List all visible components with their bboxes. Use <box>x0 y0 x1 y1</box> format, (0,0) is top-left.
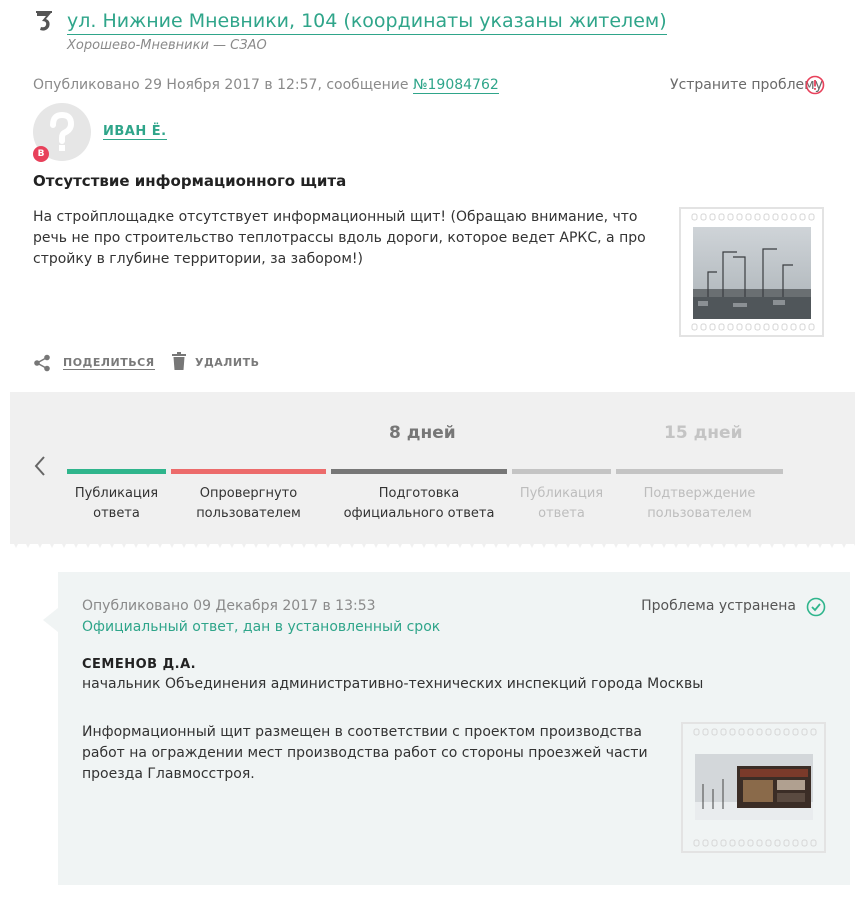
message-number-link[interactable]: №19084762 <box>412 77 499 94</box>
info-board-photo <box>695 754 813 820</box>
timeline-step-label: Публикация ответа <box>519 486 604 521</box>
author-name[interactable]: ИВАН Ё. <box>103 124 167 140</box>
responder-position: начальник Объединения административно-те… <box>82 676 704 692</box>
author-name-link[interactable]: ИВАН Ё. <box>103 124 167 140</box>
exclamation-circle-icon[interactable] <box>805 75 825 95</box>
delete-button[interactable]: УДАЛИТЬ <box>195 356 260 369</box>
post-meta: Опубликовано 29 Ноября 2017 в 12:57, соо… <box>33 77 499 94</box>
address-link[interactable]: ул. Нижние Мневники, 104 (координаты ука… <box>67 8 667 35</box>
post-title: Отсутствие информационного щита <box>33 172 347 190</box>
answer-photo[interactable] <box>681 722 826 853</box>
post-body: На стройплощадке отсутствует информацион… <box>33 209 646 267</box>
answer-published-text: Опубликовано 09 Декабря 2017 в 13:53 <box>82 598 376 614</box>
city-logo-icon <box>36 11 52 31</box>
construction-photo <box>693 227 811 319</box>
responder-name: СЕМЕНОВ Д.А. <box>82 657 197 672</box>
stamp-perforation <box>691 323 815 331</box>
post-photo[interactable] <box>679 207 824 337</box>
check-circle-icon <box>806 597 826 617</box>
chevron-left-icon[interactable] <box>33 455 47 477</box>
timeline-step-label: Подтверждение пользователем <box>643 486 756 521</box>
stamp-perforation <box>691 213 815 221</box>
timeline-step-label: Подготовка официального ответа <box>343 486 495 521</box>
answer-status: Проблема устранена <box>641 598 796 614</box>
days-label-deadline: 15 дней <box>664 423 743 443</box>
timeline-step-bar <box>67 469 166 474</box>
user-badge: В <box>33 146 49 162</box>
timeline-step-bar <box>616 469 783 474</box>
stamp-perforation <box>693 728 817 736</box>
fix-problem-button[interactable]: Устраните проблему <box>670 77 823 93</box>
answer-body: Информационный щит размещен в соответств… <box>82 724 648 782</box>
answer-pointer <box>43 608 58 632</box>
timeline-step-bar <box>331 469 507 474</box>
trash-icon[interactable] <box>171 352 187 370</box>
timeline-step-bar <box>512 469 611 474</box>
share-icon[interactable] <box>33 354 51 372</box>
published-text: Опубликовано 29 Ноября 2017 в 12:57, соо… <box>33 77 409 93</box>
timeline-zigzag-edge <box>10 536 855 548</box>
district-label: Хорошево-Мневники — СЗАО <box>67 38 267 53</box>
share-button[interactable]: ПОДЕЛИТЬСЯ <box>63 356 155 370</box>
days-label-current: 8 дней <box>389 423 456 443</box>
timeline-step-bar <box>171 469 326 474</box>
timeline-step-label: Опровергнуто пользователем <box>196 486 301 521</box>
stamp-perforation <box>693 839 817 847</box>
answer-subtitle: Официальный ответ, дан в установленный с… <box>82 619 441 635</box>
timeline-step-label: Публикация ответа <box>74 486 159 521</box>
